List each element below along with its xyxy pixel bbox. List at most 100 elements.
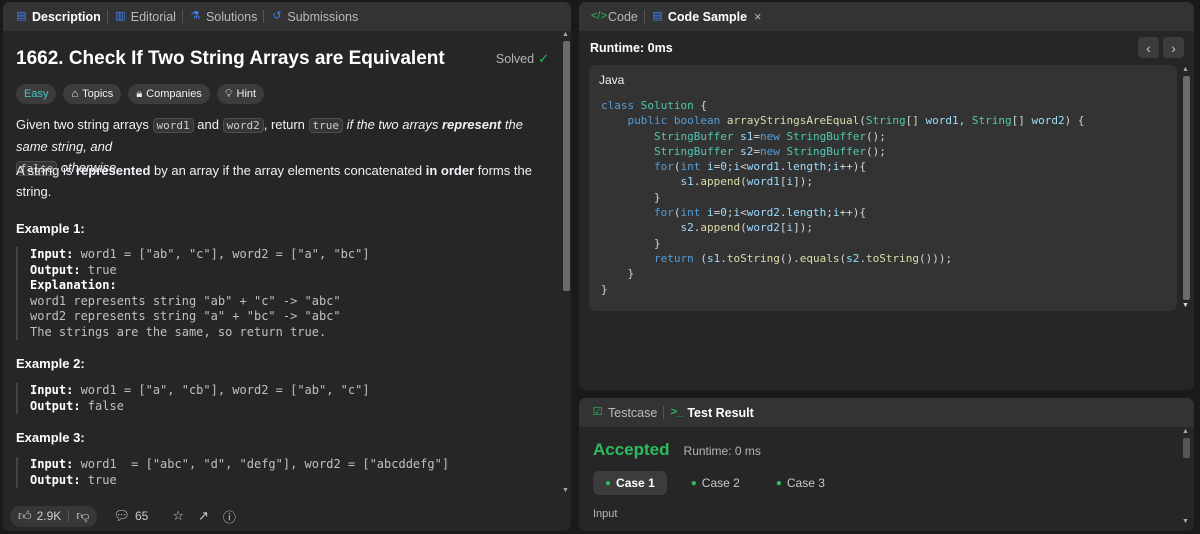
code-line: class Solution {: [601, 99, 707, 112]
code-line: for(int i=0;i<word2.length;i++){: [653, 206, 866, 220]
code-scrollbar[interactable]: ▲ ▼: [1181, 66, 1191, 312]
tab-solutions[interactable]: ⚗ Solutions: [183, 10, 263, 24]
description-footer: 👍︎ 2.9K 👎︎ 💬︎ 65 ☆ ↗ ⓘ: [3, 501, 571, 531]
example-key: Input:: [30, 383, 74, 397]
example-value: true: [80, 472, 117, 487]
scroll-up-arrow[interactable]: ▲: [562, 31, 569, 38]
hint-button[interactable]: 💡︎ Hint: [216, 84, 265, 104]
code-block[interactable]: Java class Solution { public boolean arr…: [589, 65, 1177, 311]
divider: [68, 510, 70, 522]
solved-status: Solved ✓: [496, 51, 549, 67]
code-line: StringBuffer s1=new StringBuffer();: [653, 129, 886, 143]
result-runtime: Runtime: 0 ms: [683, 444, 761, 458]
pass-dot-icon: ●: [690, 477, 697, 489]
inline-code: true: [308, 118, 344, 133]
case-3-tab[interactable]: ● Case 3: [764, 471, 837, 495]
tab-code-sample[interactable]: ▤ Code Sample ×: [645, 10, 768, 24]
help-icon[interactable]: ⓘ: [223, 507, 236, 526]
tab-submissions[interactable]: ↺ Submissions: [264, 10, 364, 24]
scrollbar-thumb[interactable]: [1183, 438, 1190, 458]
like-button[interactable]: 👍︎ 2.9K 👎︎: [10, 505, 98, 527]
code-line: }: [653, 236, 661, 250]
code-line: for(int i=0;i<word1.length;i++){: [653, 160, 866, 174]
example-key: Input:: [30, 457, 74, 471]
description-icon: ▤: [16, 10, 27, 22]
tab-solutions-label: Solutions: [205, 9, 258, 24]
code-line: return (s1.toString().equals(s2.toString…: [653, 251, 953, 265]
topics-button[interactable]: ⌂ Topics: [63, 84, 122, 104]
scrollbar-thumb[interactable]: [563, 41, 570, 291]
title-row: 1662. Check If Two String Arrays are Equ…: [16, 48, 549, 70]
language-label: Java: [599, 73, 625, 87]
description-paragraph-2: A string is represented by an array if t…: [16, 160, 549, 202]
difficulty-badge: Easy: [16, 84, 57, 104]
terminal-icon: >_: [670, 406, 684, 418]
comment-count: 65: [135, 509, 149, 523]
case-label: Case 3: [786, 476, 825, 490]
tab-submissions-label: Submissions: [287, 9, 359, 24]
pass-dot-icon: ●: [605, 477, 612, 489]
inline-code: word1: [152, 118, 194, 133]
companies-button[interactable]: 🔒︎ Companies: [128, 84, 210, 104]
example-key: Input:: [30, 247, 74, 261]
case-1-tab[interactable]: ● Case 1: [593, 471, 667, 495]
example-1-title: Example 1:: [16, 221, 85, 236]
result-header: Accepted Runtime: 0 ms: [593, 440, 761, 460]
chevron-left-icon[interactable]: ‹: [1138, 37, 1159, 58]
tab-description-label: Description: [32, 9, 101, 24]
example-1-block: Input: word1 = ["ab", "c"], word2 = ["a"…: [16, 247, 370, 340]
tab-editorial[interactable]: ▥ Editorial: [108, 10, 182, 24]
scroll-down-arrow[interactable]: ▼: [1182, 302, 1189, 309]
flask-icon: ⚗: [190, 10, 201, 22]
tab-testcase[interactable]: ☑ Testcase: [585, 406, 663, 420]
text: represented: [75, 163, 151, 178]
text: Given two string arrays: [16, 117, 153, 132]
description-scrollbar[interactable]: ▲ ▼: [561, 31, 571, 501]
thumbs-down-icon[interactable]: 👎︎: [76, 508, 89, 524]
star-icon[interactable]: ☆: [172, 508, 184, 524]
topics-label: Topics: [82, 88, 114, 100]
comments-button[interactable]: 💬︎ 65: [105, 506, 156, 527]
result-tabbar: ☑ Testcase >_ Test Result: [579, 398, 1194, 427]
problem-title[interactable]: 1662. Check If Two String Arrays are Equ…: [16, 48, 445, 70]
scrollbar-thumb[interactable]: [1183, 76, 1190, 300]
text: in order: [425, 163, 475, 178]
tab-editorial-label: Editorial: [130, 9, 176, 24]
scroll-up-arrow[interactable]: ▲: [1182, 428, 1189, 435]
example-3-title: Example 3:: [16, 430, 85, 445]
example-key: Explanation:: [30, 278, 117, 292]
hint-label: Hint: [236, 88, 257, 100]
code-line: }: [653, 190, 661, 204]
tab-description[interactable]: ▤ Description: [9, 10, 107, 24]
example-value: word1 = ["a", "cb"], word2 = ["ab", "c"]: [73, 383, 370, 397]
case-2-tab[interactable]: ● Case 2: [679, 471, 752, 495]
example-value: word1 = ["ab", "c"], word2 = ["a", "bc"]: [73, 247, 370, 261]
tab-code[interactable]: </> Code: [585, 10, 644, 24]
tab-test-result[interactable]: >_ Test Result: [664, 406, 759, 420]
code-content[interactable]: class Solution { public boolean arrayStr…: [601, 98, 1085, 297]
example-value: false: [80, 398, 124, 413]
result-panel: ☑ Testcase >_ Test Result Accepted Runti…: [579, 398, 1194, 531]
example-2-title: Example 2:: [16, 356, 85, 371]
left-tabbar: ▤ Description ▥ Editorial ⚗ Solutions ↺ …: [3, 2, 571, 31]
chevron-right-icon[interactable]: ›: [1163, 37, 1184, 58]
scroll-down-arrow[interactable]: ▼: [562, 487, 569, 494]
case-label: Case 1: [616, 476, 655, 490]
text: if the two arrays: [343, 117, 442, 132]
code-line: StringBuffer s2=new StringBuffer();: [653, 144, 886, 158]
inline-code: word2: [222, 118, 264, 133]
scroll-up-arrow[interactable]: ▲: [1182, 66, 1189, 73]
description-panel: ▤ Description ▥ Editorial ⚗ Solutions ↺ …: [3, 2, 571, 531]
result-scrollbar[interactable]: ▲ ▼: [1181, 428, 1191, 528]
tab-code-label: Code: [608, 9, 638, 24]
code-line: s2.append(word2[i]);: [601, 221, 813, 235]
share-icon[interactable]: ↗: [198, 508, 209, 524]
text: , return: [263, 117, 309, 132]
close-icon[interactable]: ×: [754, 10, 761, 24]
example-key: Output:: [30, 472, 81, 487]
text: A string is: [16, 163, 76, 178]
tab-test-result-label: Test Result: [687, 405, 754, 420]
scroll-down-arrow[interactable]: ▼: [1182, 518, 1189, 525]
file-icon: ▤: [652, 10, 663, 22]
sample-nav: ‹ ›: [1138, 37, 1184, 58]
